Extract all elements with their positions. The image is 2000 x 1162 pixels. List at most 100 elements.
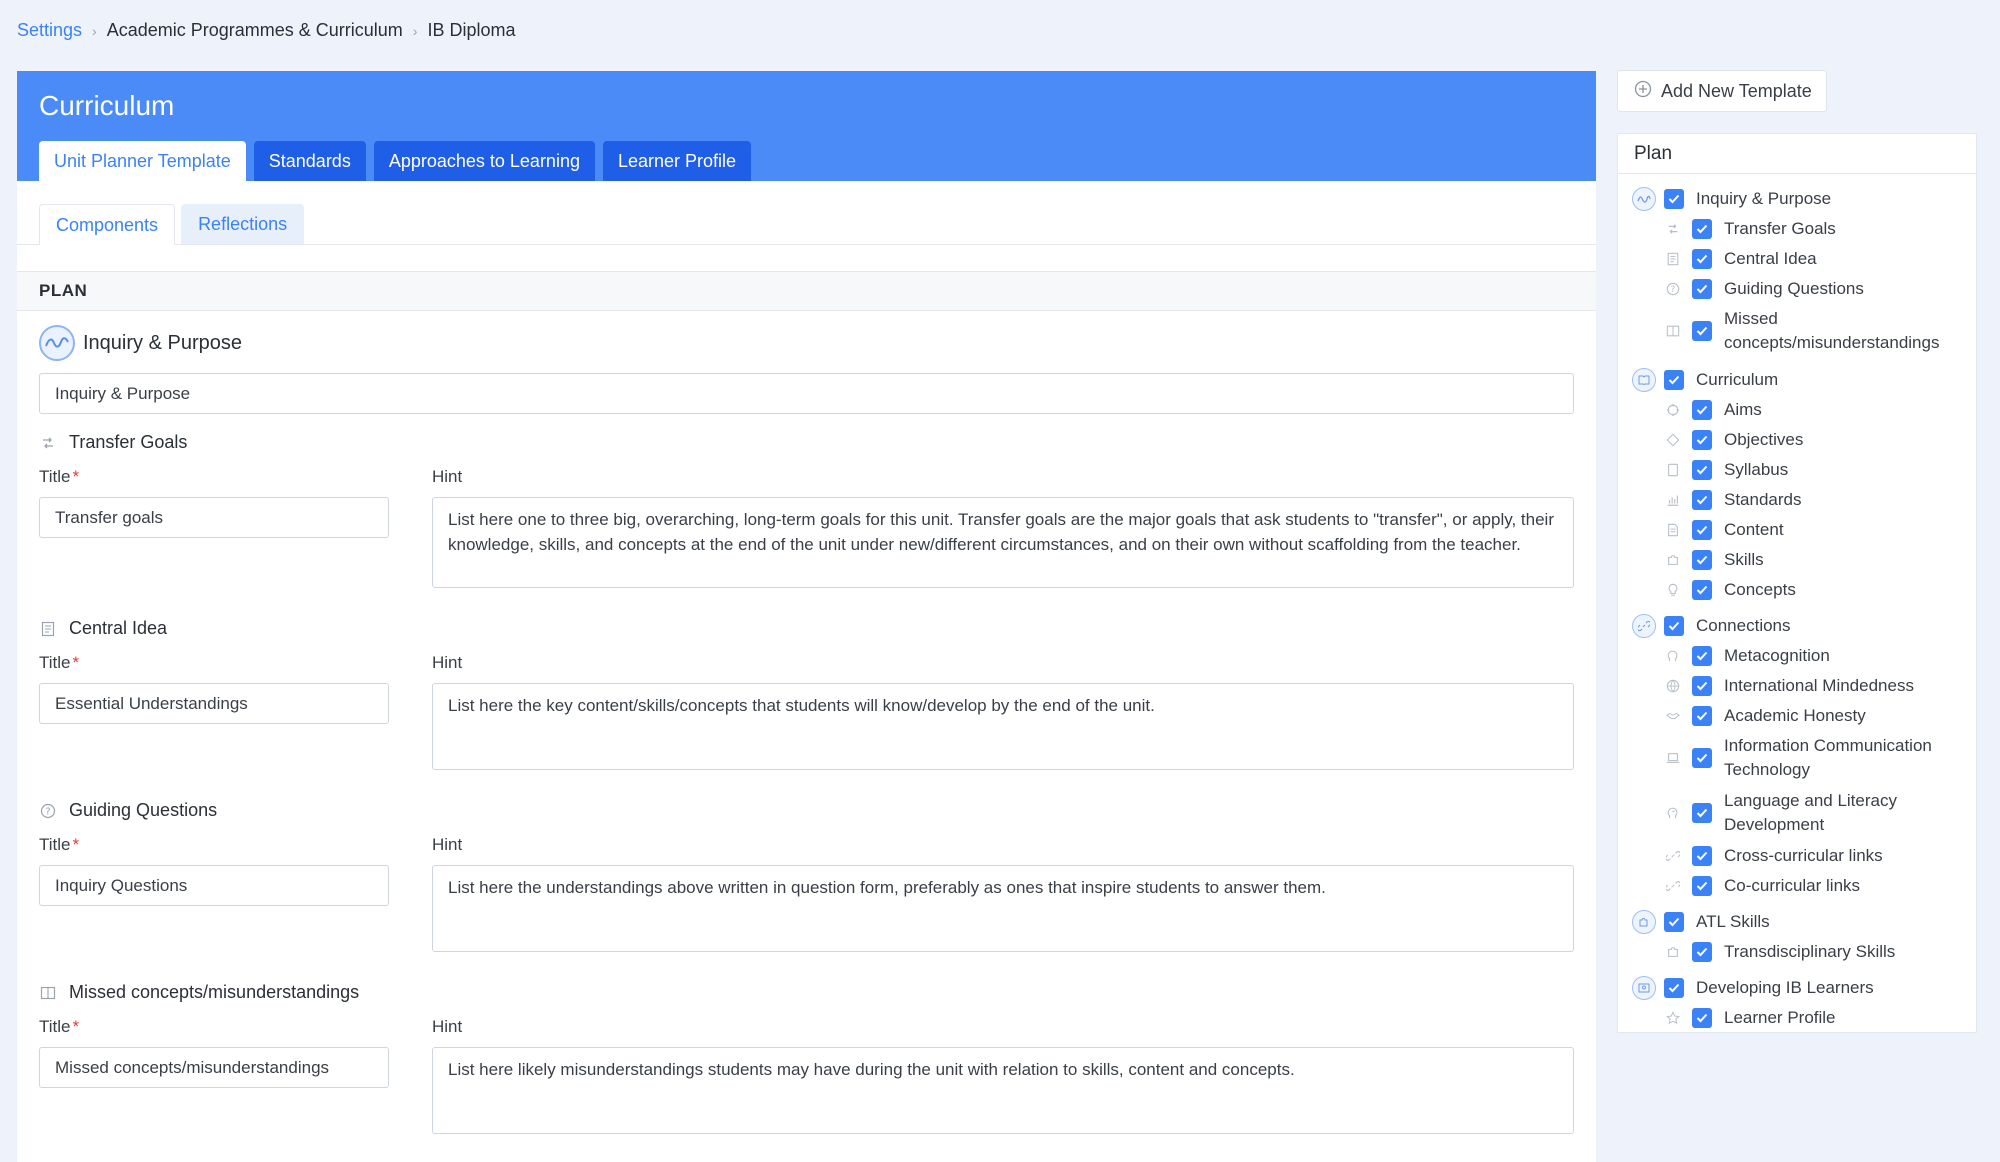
component-central-idea: Central Idea Title * Hint Essential Under… xyxy=(39,618,1574,770)
item-label: Academic Honesty xyxy=(1724,706,1866,725)
user-card-icon xyxy=(1632,976,1656,1000)
title-label: Title xyxy=(39,1017,71,1036)
item-label: Concepts xyxy=(1724,580,1796,599)
component-transfer-goals: Transfer Goals Title * Hint Transfer goal… xyxy=(39,432,1574,588)
item-checkbox[interactable] xyxy=(1692,279,1712,299)
tab-learner-profile[interactable]: Learner Profile xyxy=(602,141,752,181)
section-name-input[interactable]: Inquiry & Purpose xyxy=(39,373,1574,414)
title-input[interactable]: Transfer goals xyxy=(39,497,389,538)
title-label: Title xyxy=(39,835,71,854)
item-checkbox[interactable] xyxy=(1692,520,1712,540)
tab-approaches-to-learning[interactable]: Approaches to Learning xyxy=(373,141,595,181)
breadcrumb-settings-link[interactable]: Settings xyxy=(17,20,82,41)
question-circle-icon: ? xyxy=(1662,278,1684,300)
transfer-arrows-icon xyxy=(1662,218,1684,240)
group-checkbox[interactable] xyxy=(1664,189,1684,209)
item-checkbox[interactable] xyxy=(1692,706,1712,726)
item-checkbox[interactable] xyxy=(1692,803,1712,823)
wave-icon xyxy=(39,325,75,361)
tree-item-transdisciplinary-skills: Transdisciplinary Skills xyxy=(1662,940,1895,964)
tree-item-cross-curricular: Cross-curricular links xyxy=(1662,844,1883,868)
breadcrumb-programmes-link[interactable]: Academic Programmes & Curriculum xyxy=(107,20,403,41)
title-input[interactable]: Essential Understandings xyxy=(39,683,389,724)
item-checkbox[interactable] xyxy=(1692,490,1712,510)
item-checkbox[interactable] xyxy=(1692,400,1712,420)
tree-group-developing-ib-learners: Developing IB Learners xyxy=(1632,976,1874,1000)
item-checkbox[interactable] xyxy=(1692,219,1712,239)
subtab-components[interactable]: Components xyxy=(39,204,176,245)
component-missed-concepts: Missed concepts/misunderstandings Title *… xyxy=(39,982,1574,1134)
breadcrumb: Settings › Academic Programmes & Curricu… xyxy=(17,20,516,41)
tree-item-skills: Skills xyxy=(1662,548,1764,572)
tree-item-missed-concepts: Missed concepts/misunderstandings xyxy=(1662,307,1954,355)
group-checkbox[interactable] xyxy=(1664,912,1684,932)
group-label: Inquiry & Purpose xyxy=(1696,189,1832,208)
component-guiding-questions: ? Guiding Questions Title * Hint Inquiry … xyxy=(39,800,1574,952)
item-checkbox[interactable] xyxy=(1692,846,1712,866)
item-checkbox[interactable] xyxy=(1692,748,1712,768)
tree-item-metacognition: Metacognition xyxy=(1662,644,1830,668)
tree-group-connections: Connections xyxy=(1632,614,1791,638)
group-label: Curriculum xyxy=(1696,370,1779,389)
title-label: Title xyxy=(39,653,71,672)
tree-item-language-literacy: Language and Literacy Development xyxy=(1662,789,1954,837)
add-new-template-button[interactable]: Add New Template xyxy=(1617,70,1827,112)
item-label: International Mindedness xyxy=(1724,676,1914,695)
tree-group-atl-skills: ATL Skills xyxy=(1632,910,1770,934)
item-checkbox[interactable] xyxy=(1692,550,1712,570)
item-checkbox[interactable] xyxy=(1692,249,1712,269)
hint-textarea[interactable]: List here likely misunderstandings stude… xyxy=(432,1047,1574,1134)
hint-label: Hint xyxy=(432,1017,463,1036)
page-icon xyxy=(1662,459,1684,481)
hint-textarea[interactable]: List here the key content/skills/concept… xyxy=(432,683,1574,770)
subtab-reflections[interactable]: Reflections xyxy=(181,204,305,244)
hint-label: Hint xyxy=(432,467,463,486)
tab-standards[interactable]: Standards xyxy=(253,141,366,181)
item-checkbox[interactable] xyxy=(1692,321,1712,341)
item-checkbox[interactable] xyxy=(1692,646,1712,666)
title-input[interactable]: Missed concepts/misunderstandings xyxy=(39,1047,389,1088)
item-checkbox[interactable] xyxy=(1692,580,1712,600)
tree-item-ict: Information Communication Technology xyxy=(1662,734,1954,782)
tree-item-aims: Aims xyxy=(1662,398,1762,422)
speech-head-icon xyxy=(1662,802,1684,824)
group-label: Connections xyxy=(1696,616,1791,635)
item-label: Guiding Questions xyxy=(1724,279,1864,298)
tree-item-central-idea: Central Idea xyxy=(1662,247,1817,271)
item-checkbox[interactable] xyxy=(1692,676,1712,696)
required-mark: * xyxy=(72,1017,80,1036)
group-checkbox[interactable] xyxy=(1664,978,1684,998)
plan-tree: Inquiry & Purpose Transfer Goals Central… xyxy=(1618,134,1976,1032)
title-input[interactable]: Inquiry Questions xyxy=(39,865,389,906)
svg-text:?: ? xyxy=(45,806,50,817)
group-checkbox[interactable] xyxy=(1664,370,1684,390)
item-checkbox[interactable] xyxy=(1692,1008,1712,1028)
globe-icon xyxy=(1662,675,1684,697)
tab-unit-planner-template[interactable]: Unit Planner Template xyxy=(39,141,246,181)
component-name: Central Idea xyxy=(69,618,168,638)
link-icon xyxy=(1662,875,1684,897)
item-label: Metacognition xyxy=(1724,646,1830,665)
component-name: Missed concepts/misunderstandings xyxy=(69,982,360,1002)
svg-text:?: ? xyxy=(1671,285,1676,295)
item-checkbox[interactable] xyxy=(1692,876,1712,896)
group-checkbox[interactable] xyxy=(1664,616,1684,636)
book-open-icon xyxy=(1632,368,1656,392)
item-label: Co-curricular links xyxy=(1724,876,1861,895)
item-label: Skills xyxy=(1724,550,1764,569)
item-label: Central Idea xyxy=(1724,249,1817,268)
sub-tabs: Components Reflections xyxy=(17,181,1596,245)
item-checkbox[interactable] xyxy=(1692,430,1712,450)
item-checkbox[interactable] xyxy=(1692,942,1712,962)
item-label: Missed concepts/misunderstandings xyxy=(1724,309,1940,352)
inquiry-purpose-header: Inquiry & Purpose xyxy=(39,325,1596,361)
hint-textarea[interactable]: List here the understandings above writt… xyxy=(432,865,1574,952)
head-profile-icon xyxy=(1662,645,1684,667)
main-panel: Curriculum Unit Planner Template Standar… xyxy=(17,71,1596,1162)
item-checkbox[interactable] xyxy=(1692,460,1712,480)
hint-textarea[interactable]: List here one to three big, overarching,… xyxy=(432,497,1574,588)
chevron-right-icon: › xyxy=(92,22,97,39)
book-icon xyxy=(1662,320,1684,342)
target-icon xyxy=(1662,399,1684,421)
file-text-icon xyxy=(1662,519,1684,541)
